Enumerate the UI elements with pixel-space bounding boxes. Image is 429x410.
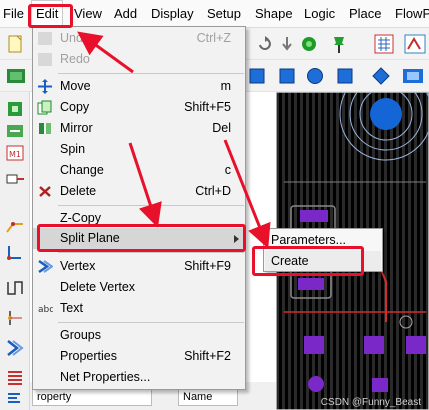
annotation-arrows <box>77 31 271 249</box>
annotation-arrow-to-edit <box>77 31 134 74</box>
annotation-arrow-to-create <box>223 139 271 249</box>
annotation-arrow-to-split-plane <box>128 142 162 228</box>
watermark: CSDN @Funny_Beast <box>320 397 421 408</box>
